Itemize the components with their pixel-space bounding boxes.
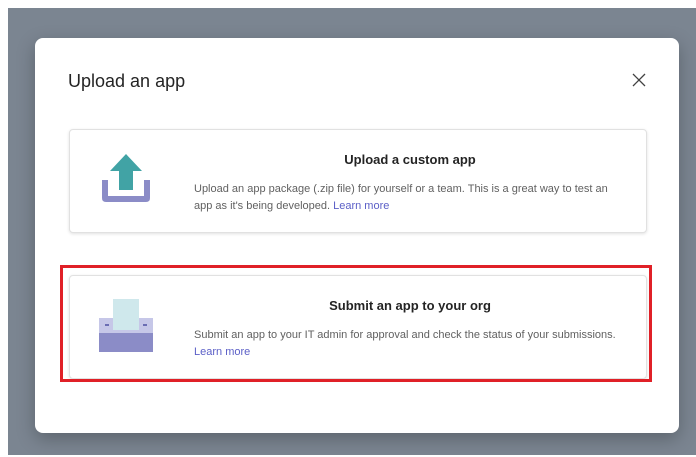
upload-icon [96,150,156,210]
upload-custom-app-card[interactable]: Upload a custom app Upload an app packag… [69,129,647,233]
submit-app-to-org-title: Submit an app to your org [329,298,491,313]
submit-tray-icon [96,296,156,356]
upload-custom-app-description: Upload an app package (.zip file) for yo… [194,181,626,215]
submit-app-to-org-description: Submit an app to your IT admin for appro… [194,327,626,361]
upload-custom-app-learn-more-link[interactable]: Learn more [333,200,389,212]
upload-custom-app-title: Upload a custom app [344,152,476,167]
submit-app-to-org-desc-text: Submit an app to your IT admin for appro… [194,329,616,341]
upload-app-dialog: Upload an app Upload a custom app Upload… [35,38,679,433]
upload-custom-app-desc-text: Upload an app package (.zip file) for yo… [194,183,608,212]
close-button[interactable] [629,70,649,90]
submit-app-to-org-card[interactable]: Submit an app to your org Submit an app … [69,275,647,379]
submit-app-to-org-learn-more-link[interactable]: Learn more [194,346,250,358]
dialog-title: Upload an app [68,71,186,91]
close-icon [632,73,646,87]
